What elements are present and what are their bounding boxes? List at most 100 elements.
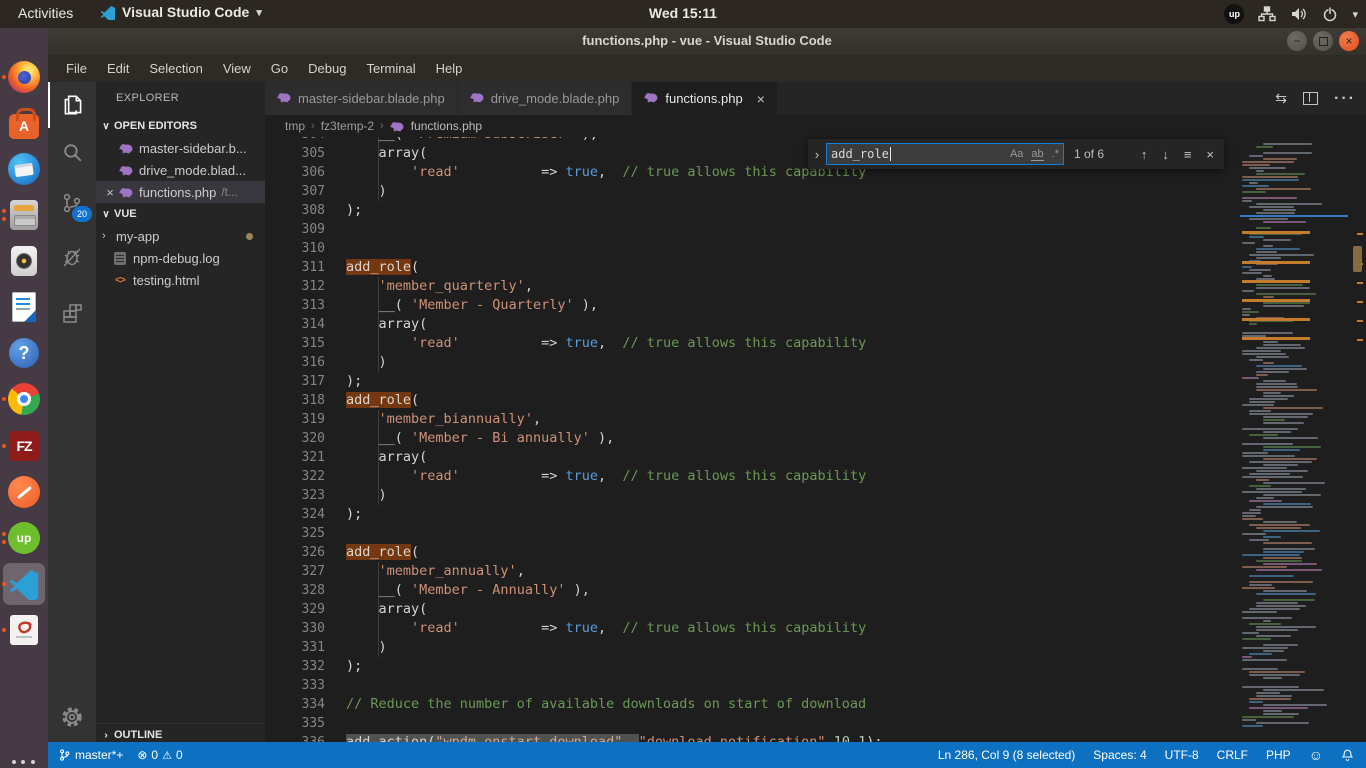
code-editor[interactable]: 304 __( 'Premium Subscriber' ),305 array…	[265, 137, 1366, 742]
code-line[interactable]: 319 'member_biannually',	[265, 410, 1366, 429]
notifications-bell-icon[interactable]	[1341, 748, 1354, 762]
tab-functions-php[interactable]: functions.php×	[632, 82, 778, 115]
menu-selection[interactable]: Selection	[139, 57, 212, 80]
upwork-tray-icon[interactable]: up	[1224, 4, 1244, 24]
eol-status[interactable]: CRLF	[1217, 748, 1248, 762]
menu-file[interactable]: File	[56, 57, 97, 80]
dock-item-postman[interactable]	[0, 475, 48, 515]
code-line[interactable]: 317);	[265, 372, 1366, 391]
code-line[interactable]: 309	[265, 220, 1366, 239]
code-line[interactable]: 313 __( 'Member - Quarterly' ),	[265, 296, 1366, 315]
tab-drive_mode-blade-php[interactable]: drive_mode.blade.php	[458, 82, 633, 115]
code-line[interactable]: 314 array(	[265, 315, 1366, 334]
dock-item-filezilla[interactable]: FZ	[0, 429, 48, 469]
code-line[interactable]: 310	[265, 239, 1366, 258]
more-actions-icon[interactable]: ···	[1334, 90, 1356, 108]
feedback-smiley-icon[interactable]: ☺	[1309, 747, 1323, 763]
regex-icon[interactable]: .*	[1052, 148, 1059, 160]
code-line[interactable]: 315 'read' => true, // true allows this …	[265, 334, 1366, 353]
code-line[interactable]: 322 'read' => true, // true allows this …	[265, 467, 1366, 486]
breadcrumb-item[interactable]: fz3temp-2	[321, 119, 374, 133]
code-line[interactable]: 330 'read' => true, // true allows this …	[265, 619, 1366, 638]
match-case-icon[interactable]: Aa	[1010, 148, 1023, 160]
menu-go[interactable]: Go	[261, 57, 298, 80]
menu-view[interactable]: View	[213, 57, 261, 80]
problems-status[interactable]: ⊗ 0 ⚠ 0	[137, 748, 182, 762]
code-line[interactable]: 320 __( 'Member - Bi annually' ),	[265, 429, 1366, 448]
close-find-button[interactable]: ×	[1206, 147, 1214, 162]
maximize-button[interactable]	[1313, 31, 1333, 51]
code-line[interactable]: 335	[265, 714, 1366, 733]
section-header-open-editors[interactable]: ∨OPEN EDITORS	[96, 115, 265, 137]
next-match-button[interactable]: ↓	[1162, 147, 1169, 162]
dock-item-document-viewer[interactable]	[0, 613, 48, 653]
window-titlebar[interactable]: functions.php - vue - Visual Studio Code…	[48, 28, 1366, 55]
tree-item-testing-html[interactable]: <>testing.html	[96, 269, 265, 291]
dock-item-upwork[interactable]: up	[0, 521, 48, 561]
breadcrumb-item[interactable]: tmp	[285, 119, 305, 133]
code-line[interactable]: 323 )	[265, 486, 1366, 505]
minimize-button[interactable]: −	[1287, 31, 1307, 51]
git-branch-status[interactable]: master*+	[58, 748, 123, 762]
open-editor-item[interactable]: drive_mode.blad...	[96, 159, 265, 181]
code-line[interactable]: 328 __( 'Member - Annually' ),	[265, 581, 1366, 600]
code-line[interactable]: 326add_role(	[265, 543, 1366, 562]
code-line[interactable]: 316 )	[265, 353, 1366, 372]
tree-item-my-app[interactable]: ›my-app	[96, 225, 265, 247]
explorer-activity-button[interactable]	[48, 82, 96, 128]
dock-item-rhythmbox[interactable]	[0, 244, 48, 284]
search-activity-button[interactable]	[48, 129, 96, 175]
network-icon[interactable]	[1258, 6, 1276, 22]
code-line[interactable]: 327 'member_annually',	[265, 562, 1366, 581]
code-line[interactable]: 311add_role(	[265, 258, 1366, 277]
code-line[interactable]: 307 )	[265, 182, 1366, 201]
code-line[interactable]: 308);	[265, 201, 1366, 220]
system-menu-chevron-icon[interactable]: ▾	[1352, 8, 1358, 21]
code-line[interactable]: 336add_action("wpdm_onstart_download", "…	[265, 733, 1366, 742]
extensions-activity-button[interactable]	[48, 290, 96, 336]
close-tab-icon[interactable]: ×	[757, 91, 765, 107]
previous-match-button[interactable]: ↑	[1141, 147, 1148, 162]
clock[interactable]: Wed 15:11	[0, 5, 1366, 21]
code-line[interactable]: 331 )	[265, 638, 1366, 657]
cursor-position-status[interactable]: Ln 286, Col 9 (8 selected)	[938, 748, 1075, 762]
show-applications-button[interactable]	[10, 758, 38, 768]
tab-master-sidebar-blade-php[interactable]: master-sidebar.blade.php	[265, 82, 458, 115]
menu-debug[interactable]: Debug	[298, 57, 356, 80]
open-changes-icon[interactable]: ⇆	[1275, 90, 1287, 107]
code-line[interactable]: 333	[265, 676, 1366, 695]
find-in-selection-button[interactable]: ≡	[1184, 147, 1192, 162]
dock-item-files[interactable]	[0, 198, 48, 238]
minimap[interactable]	[1240, 137, 1366, 742]
close-button[interactable]: ×	[1339, 31, 1359, 51]
code-line[interactable]: 321 array(	[265, 448, 1366, 467]
find-input[interactable]: add_role Aa ab .*	[826, 143, 1064, 165]
open-editor-item[interactable]: ×functions.php/t...	[96, 181, 265, 203]
dock-item-help[interactable]: ?	[0, 336, 48, 376]
source-control-activity-button[interactable]: 20	[48, 180, 96, 226]
dock-item-vscode[interactable]	[0, 567, 48, 607]
find-replace-toggle-icon[interactable]: ›	[808, 147, 826, 162]
dock-item-thunderbird[interactable]	[0, 152, 48, 192]
code-line[interactable]: 329 array(	[265, 600, 1366, 619]
settings-button[interactable]	[48, 694, 96, 740]
split-editor-icon[interactable]	[1303, 92, 1318, 105]
code-line[interactable]: 334// Reduce the number of available dow…	[265, 695, 1366, 714]
menu-edit[interactable]: Edit	[97, 57, 139, 80]
section-header-vue[interactable]: ∨VUE	[96, 203, 265, 225]
menu-help[interactable]: Help	[426, 57, 473, 80]
dock-item-firefox[interactable]	[0, 60, 48, 100]
code-line[interactable]: 332);	[265, 657, 1366, 676]
menu-terminal[interactable]: Terminal	[356, 57, 425, 80]
code-line[interactable]: 325	[265, 524, 1366, 543]
dock-item-libreoffice-writer[interactable]	[0, 290, 48, 330]
code-line[interactable]: 324);	[265, 505, 1366, 524]
dock-item-ubuntu-software[interactable]: A	[0, 106, 48, 146]
whole-word-icon[interactable]: ab	[1031, 148, 1043, 161]
open-editor-item[interactable]: master-sidebar.b...	[96, 137, 265, 159]
encoding-status[interactable]: UTF-8	[1165, 748, 1199, 762]
debug-activity-button[interactable]	[48, 234, 96, 280]
scrollbar-slider[interactable]	[1353, 246, 1362, 272]
close-editor-icon[interactable]: ×	[102, 185, 118, 200]
tree-item-npm-debug-log[interactable]: npm-debug.log	[96, 247, 265, 269]
